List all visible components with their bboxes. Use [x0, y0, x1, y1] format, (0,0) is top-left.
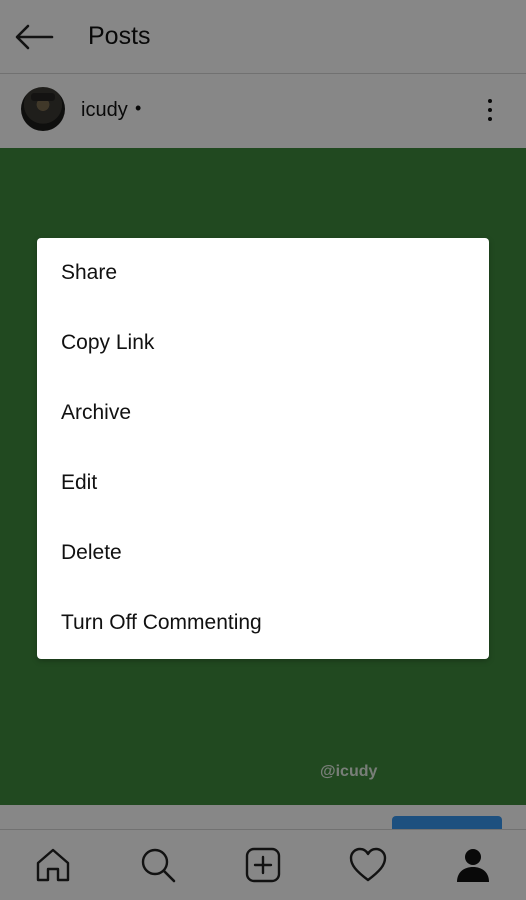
menu-item-archive[interactable]: Archive [37, 378, 489, 448]
post-options-menu: Share Copy Link Archive Edit Delete Turn… [37, 238, 489, 659]
menu-item-delete[interactable]: Delete [37, 518, 489, 588]
menu-item-turn-off-commenting[interactable]: Turn Off Commenting [37, 588, 489, 658]
menu-item-copy-link[interactable]: Copy Link [37, 308, 489, 378]
menu-item-share[interactable]: Share [37, 238, 489, 308]
instagram-post-screen: Posts icudy • @icudy Share Copy Link Arc… [0, 0, 526, 900]
menu-item-edit[interactable]: Edit [37, 448, 489, 518]
